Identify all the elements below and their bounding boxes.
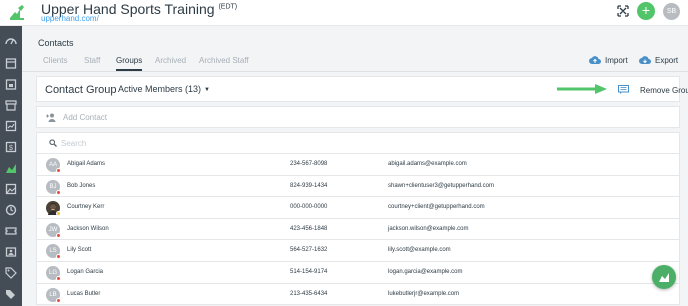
contact-row[interactable]: LS Lily Scott 564-527-1632 lily.scott@ex… [36, 240, 680, 262]
help-chat-button[interactable] [652, 265, 676, 289]
money-icon[interactable]: $ [5, 141, 17, 153]
status-badge [56, 254, 61, 260]
upper-hand-logo-icon[interactable] [8, 3, 26, 21]
arrow-right-icon [557, 84, 607, 94]
caret-down-icon: ▼ [204, 87, 210, 93]
tab-archived[interactable]: Archived [155, 56, 186, 65]
add-contact-label: Add Contact [63, 113, 108, 122]
contact-email: abigail.adams@example.com [388, 161, 467, 167]
contact-group-label: Contact Group [45, 84, 117, 96]
contact-email: jackson.wilson@example.com [388, 225, 469, 232]
contact-name: Lucas Butler [67, 290, 101, 297]
contact-group-selected: Active Members (13) [118, 84, 202, 94]
user-avatar[interactable]: SB [663, 3, 680, 20]
events-icon[interactable] [5, 78, 17, 90]
fullscreen-icon[interactable] [617, 5, 629, 17]
contact-phone: 564-527-1632 [290, 247, 328, 254]
message-icon[interactable] [618, 85, 629, 94]
add-button[interactable]: + [637, 2, 655, 20]
id-card-icon[interactable] [5, 246, 17, 258]
add-person-icon [46, 113, 56, 122]
contact-row[interactable]: Courtney Kerr 000-000-0000 courtney+clie… [36, 197, 680, 219]
tab-groups[interactable]: Groups [116, 56, 143, 71]
contact-group-panel: Contact Group Active Members (13) ▼ Remov… [36, 76, 688, 102]
contact-phone: 423-456-1848 [290, 225, 328, 232]
contact-name: Logan Garcia [67, 268, 104, 275]
contact-name: Abigail Adams [67, 161, 106, 167]
contact-row[interactable]: LG Logan Garcia 514-154-9174 logan.garci… [36, 261, 680, 284]
ticket-icon[interactable] [5, 225, 17, 237]
timezone-label: (EDT) [218, 3, 238, 11]
top-header: Upper Hand Sports Training (EDT) upperha… [0, 0, 688, 26]
svg-text:$: $ [9, 145, 13, 152]
store-icon[interactable] [5, 99, 17, 111]
image-icon[interactable] [5, 183, 17, 195]
contact-phone: 824-939-1434 [290, 182, 328, 189]
search-icon [49, 139, 57, 147]
contact-email: lukebutlerjr@example.com [388, 290, 460, 297]
contact-phone: 000-000-0000 [290, 204, 328, 211]
contact-email: shawn+clientuser3@getupperhand.com [388, 182, 494, 189]
cloud-upload-icon [589, 56, 601, 64]
contact-phone: 234-567-8098 [290, 161, 328, 167]
search-row [36, 132, 680, 154]
dashboard-icon[interactable] [5, 36, 17, 48]
contact-list: AA Abigail Adams 234-567-8098 abigail.ad… [36, 154, 680, 306]
main-content: Contacts Clients Staff Groups Archived A… [22, 26, 688, 306]
contact-row[interactable]: AA Abigail Adams 234-567-8098 abigail.ad… [36, 154, 680, 176]
cloud-download-icon [639, 56, 651, 64]
status-badge [56, 211, 61, 217]
contact-group-select[interactable]: Active Members (13) ▼ [118, 84, 210, 94]
search-input[interactable] [61, 136, 361, 150]
contact-row[interactable]: LB Lucas Butler 213-435-6434 lukebutlerj… [36, 283, 680, 306]
tab-clients[interactable]: Clients [43, 56, 67, 65]
status-badge [56, 275, 61, 281]
calendar-icon[interactable] [5, 57, 17, 69]
import-label: Import [605, 56, 628, 65]
reports-icon[interactable] [5, 120, 17, 132]
contact-email: logan.garcia@example.com [388, 268, 463, 275]
import-button[interactable]: Import [589, 56, 628, 65]
contact-name: Lily Scott [67, 247, 92, 254]
tab-staff[interactable]: Staff [84, 56, 100, 65]
business-url[interactable]: upperhand.com/ [41, 14, 99, 23]
export-button[interactable]: Export [639, 56, 678, 65]
status-badge [56, 232, 61, 238]
add-contact-row[interactable]: Add Contact [36, 106, 680, 128]
export-label: Export [655, 56, 679, 65]
contacts-icon[interactable] [5, 162, 17, 174]
remove-group-button[interactable]: Remove Group [640, 86, 688, 95]
contact-name: Jackson Wilson [67, 225, 109, 232]
status-badge [56, 297, 61, 303]
status-badge [56, 168, 61, 173]
page-title: Contacts [38, 38, 74, 48]
upper-hand-logo-icon [659, 273, 669, 282]
contact-email: lily.scott@example.com [388, 247, 451, 254]
tab-archived-staff[interactable]: Archived Staff [199, 56, 249, 65]
contact-name: Courtney Kerr [67, 204, 105, 211]
contact-email: courtney+client@getupperhand.com [388, 204, 485, 211]
sidebar: $ [0, 26, 22, 306]
contact-row[interactable]: BJ Bob Jones 824-939-1434 shawn+clientus… [36, 175, 680, 198]
clock-icon[interactable] [5, 204, 17, 216]
contact-name: Bob Jones [67, 182, 96, 189]
tag-icon[interactable] [5, 267, 17, 279]
contact-phone: 514-154-9174 [290, 268, 328, 275]
contact-phone: 213-435-6434 [290, 290, 328, 297]
contact-row[interactable]: JW Jackson Wilson 423-456-1848 jackson.w… [36, 218, 680, 241]
status-badge [56, 189, 61, 195]
tags-icon[interactable] [5, 288, 17, 300]
